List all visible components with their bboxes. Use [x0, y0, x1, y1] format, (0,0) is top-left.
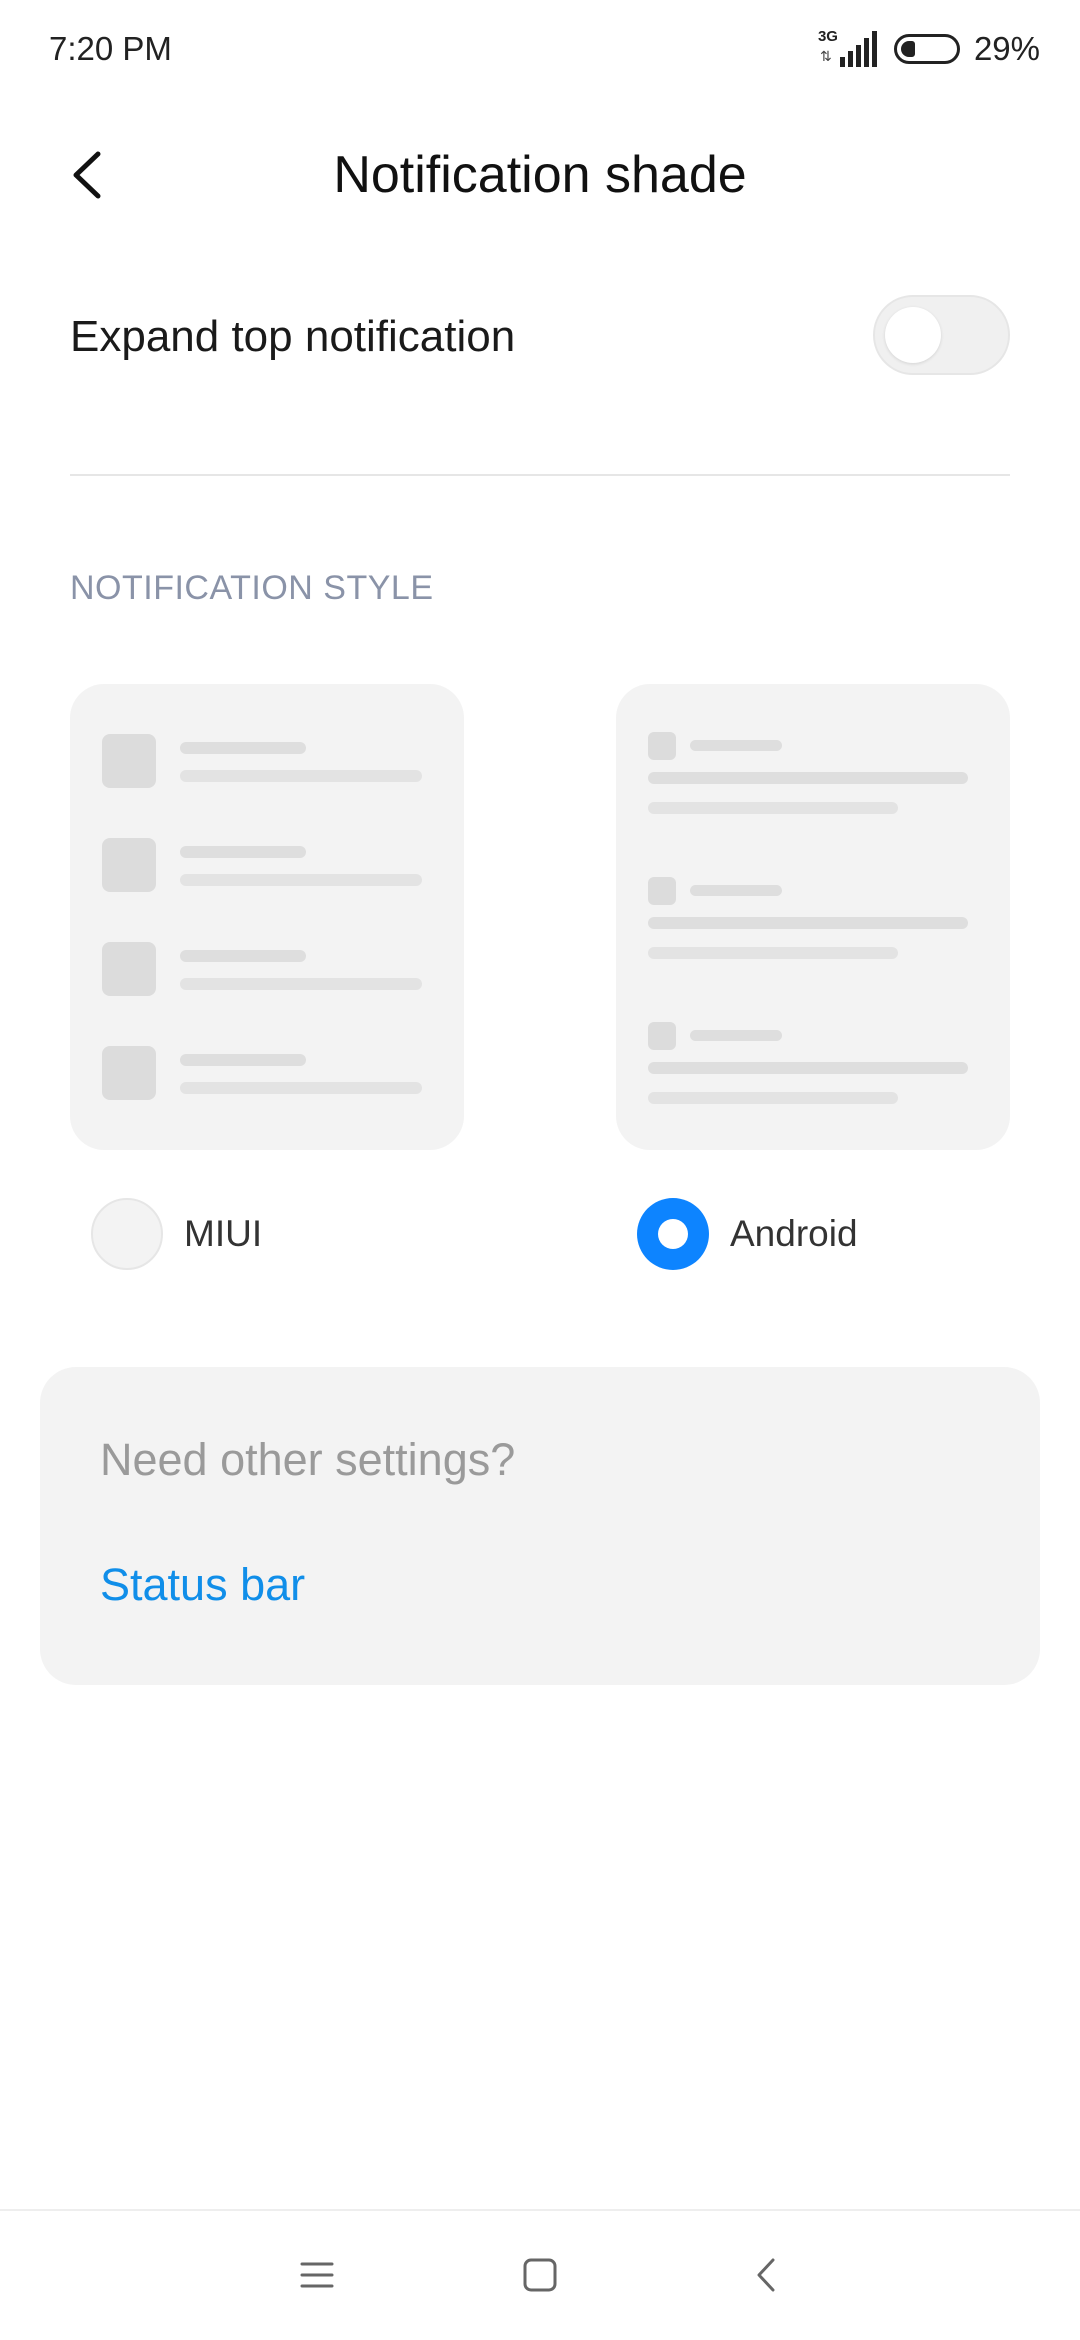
expand-top-notification-toggle[interactable]: [873, 295, 1010, 375]
nav-back-button[interactable]: [742, 2250, 792, 2300]
other-settings-prompt: Need other settings?: [100, 1434, 516, 1485]
back-chevron-icon: [757, 2258, 775, 2292]
data-arrows-icon: ⇅: [819, 48, 832, 64]
android-option-label[interactable]: Android: [730, 1204, 858, 1264]
android-radio[interactable]: [637, 1198, 709, 1270]
divider: [70, 474, 1010, 476]
radio-selected-dot: [658, 1219, 688, 1249]
expand-top-notification-label: Expand top notification: [70, 312, 516, 361]
miui-option-label[interactable]: MIUI: [184, 1204, 262, 1264]
miui-radio[interactable]: [91, 1198, 163, 1270]
home-button[interactable]: [515, 2250, 565, 2300]
nav-divider: [0, 2209, 1080, 2211]
signal-icon: 3G ⇅: [818, 29, 880, 69]
battery-percent: 29%: [973, 30, 1040, 67]
status-bar-link[interactable]: Status bar: [100, 1555, 305, 1615]
battery-icon: [893, 34, 960, 64]
section-header-notification-style: NOTIFICATION STYLE: [70, 569, 434, 607]
menu-button[interactable]: [292, 2250, 342, 2300]
menu-icon: [300, 2262, 334, 2288]
other-settings-card: [40, 1367, 1040, 1685]
network-type: 3G: [817, 28, 838, 45]
home-square-icon: [523, 2258, 557, 2292]
miui-style-preview[interactable]: [70, 684, 464, 1150]
status-icons: 3G ⇅ 29%: [818, 26, 1040, 72]
page-title: Notification shade: [333, 146, 747, 204]
android-style-preview[interactable]: [616, 684, 1010, 1150]
toggle-knob: [885, 307, 941, 363]
status-time: 7:20 PM: [49, 30, 172, 67]
